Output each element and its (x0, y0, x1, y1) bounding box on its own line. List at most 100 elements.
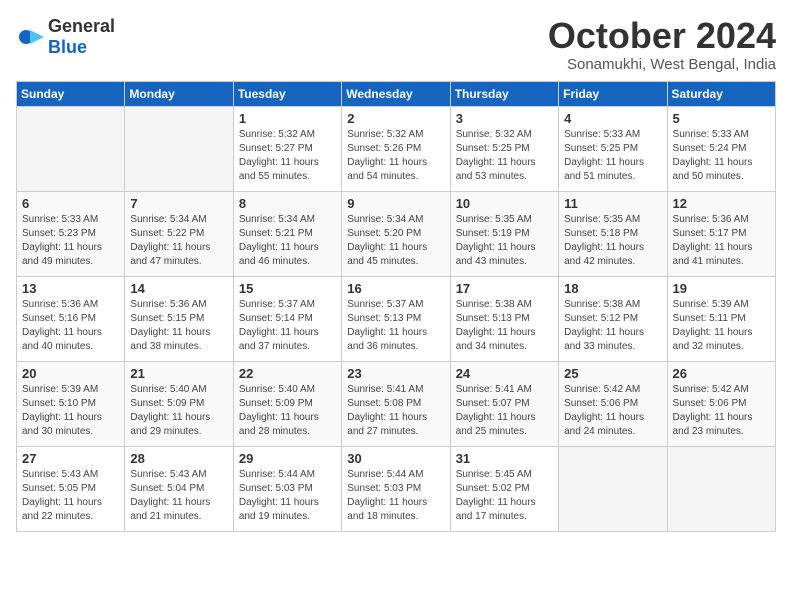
day-number: 20 (22, 366, 119, 381)
day-number: 11 (564, 196, 661, 211)
day-number: 25 (564, 366, 661, 381)
day-number: 2 (347, 111, 444, 126)
day-header-wednesday: Wednesday (342, 81, 450, 106)
calendar-cell: 20 Sunrise: 5:39 AM Sunset: 5:10 PM Dayli… (17, 361, 125, 446)
day-info: Sunrise: 5:33 AM Sunset: 5:23 PM Dayligh… (22, 213, 119, 269)
calendar-cell: 3Sunrise: 5:32 AM Sunset: 5:25 PM Daylig… (450, 106, 558, 191)
day-number: 6 (22, 196, 119, 211)
calendar-cell: 17 Sunrise: 5:38 AM Sunset: 5:13 PM Dayli… (450, 276, 558, 361)
day-info: Sunrise: 5:39 AM Sunset: 5:11 PM Dayligh… (673, 298, 770, 354)
day-info: Sunrise: 5:43 AM Sunset: 5:05 PM Dayligh… (22, 468, 119, 524)
logo-text-blue: Blue (48, 37, 87, 57)
calendar-cell: 24 Sunrise: 5:41 AM Sunset: 5:07 PM Dayli… (450, 361, 558, 446)
calendar-cell: 26 Sunrise: 5:42 AM Sunset: 5:06 PM Dayli… (667, 361, 775, 446)
day-info: Sunrise: 5:43 AM Sunset: 5:04 PM Dayligh… (130, 468, 227, 524)
calendar-header-row: SundayMondayTuesdayWednesdayThursdayFrid… (17, 81, 776, 106)
logo: General Blue (16, 16, 115, 58)
day-number: 30 (347, 451, 444, 466)
day-info: Sunrise: 5:41 AM Sunset: 5:07 PM Dayligh… (456, 383, 553, 439)
calendar-cell: 2 Sunrise: 5:32 AM Sunset: 5:26 PM Daylig… (342, 106, 450, 191)
calendar-cell: 10Sunrise: 5:35 AM Sunset: 5:19 PM Dayli… (450, 191, 558, 276)
day-header-sunday: Sunday (17, 81, 125, 106)
day-number: 19 (673, 281, 770, 296)
day-number: 18 (564, 281, 661, 296)
calendar-cell: 16Sunrise: 5:37 AM Sunset: 5:13 PM Dayli… (342, 276, 450, 361)
day-number: 28 (130, 451, 227, 466)
calendar-cell: 5Sunrise: 5:33 AM Sunset: 5:24 PM Daylig… (667, 106, 775, 191)
calendar-cell (667, 446, 775, 531)
logo-icon (16, 23, 44, 51)
day-info: Sunrise: 5:34 AM Sunset: 5:21 PM Dayligh… (239, 213, 336, 269)
calendar-cell: 31 Sunrise: 5:45 AM Sunset: 5:02 PM Dayli… (450, 446, 558, 531)
day-info: Sunrise: 5:45 AM Sunset: 5:02 PM Dayligh… (456, 468, 553, 524)
calendar-cell: 4 Sunrise: 5:33 AM Sunset: 5:25 PM Daylig… (559, 106, 667, 191)
day-number: 22 (239, 366, 336, 381)
calendar-table: SundayMondayTuesdayWednesdayThursdayFrid… (16, 81, 776, 532)
day-info: Sunrise: 5:33 AM Sunset: 5:24 PM Dayligh… (673, 128, 770, 184)
day-info: Sunrise: 5:32 AM Sunset: 5:25 PM Dayligh… (456, 128, 553, 184)
day-info: Sunrise: 5:40 AM Sunset: 5:09 PM Dayligh… (239, 383, 336, 439)
day-number: 14 (130, 281, 227, 296)
logo-text-general: General (48, 16, 115, 36)
day-number: 29 (239, 451, 336, 466)
day-info: Sunrise: 5:41 AM Sunset: 5:08 PM Dayligh… (347, 383, 444, 439)
day-info: Sunrise: 5:44 AM Sunset: 5:03 PM Dayligh… (347, 468, 444, 524)
day-header-friday: Friday (559, 81, 667, 106)
calendar-cell: 29Sunrise: 5:44 AM Sunset: 5:03 PM Dayli… (233, 446, 341, 531)
day-info: Sunrise: 5:33 AM Sunset: 5:25 PM Dayligh… (564, 128, 661, 184)
day-number: 31 (456, 451, 553, 466)
calendar-cell: 30 Sunrise: 5:44 AM Sunset: 5:03 PM Dayli… (342, 446, 450, 531)
calendar-cell: 1 Sunrise: 5:32 AM Sunset: 5:27 PM Daylig… (233, 106, 341, 191)
calendar-cell (17, 106, 125, 191)
day-number: 26 (673, 366, 770, 381)
day-number: 23 (347, 366, 444, 381)
day-number: 15 (239, 281, 336, 296)
day-header-thursday: Thursday (450, 81, 558, 106)
calendar-cell: 8 Sunrise: 5:34 AM Sunset: 5:21 PM Daylig… (233, 191, 341, 276)
page-header: General Blue October 2024 Sonamukhi, Wes… (16, 16, 776, 73)
day-number: 7 (130, 196, 227, 211)
day-header-tuesday: Tuesday (233, 81, 341, 106)
calendar-cell: 25 Sunrise: 5:42 AM Sunset: 5:06 PM Dayli… (559, 361, 667, 446)
day-info: Sunrise: 5:39 AM Sunset: 5:10 PM Dayligh… (22, 383, 119, 439)
day-info: Sunrise: 5:38 AM Sunset: 5:12 PM Dayligh… (564, 298, 661, 354)
day-number: 8 (239, 196, 336, 211)
day-info: Sunrise: 5:35 AM Sunset: 5:18 PM Dayligh… (564, 213, 661, 269)
day-info: Sunrise: 5:42 AM Sunset: 5:06 PM Dayligh… (564, 383, 661, 439)
calendar-cell: 22 Sunrise: 5:40 AM Sunset: 5:09 PM Dayli… (233, 361, 341, 446)
calendar-cell: 11 Sunrise: 5:35 AM Sunset: 5:18 PM Dayli… (559, 191, 667, 276)
day-number: 17 (456, 281, 553, 296)
calendar-cell: 23 Sunrise: 5:41 AM Sunset: 5:08 PM Dayli… (342, 361, 450, 446)
day-info: Sunrise: 5:40 AM Sunset: 5:09 PM Dayligh… (130, 383, 227, 439)
day-number: 1 (239, 111, 336, 126)
day-header-saturday: Saturday (667, 81, 775, 106)
day-info: Sunrise: 5:36 AM Sunset: 5:16 PM Dayligh… (22, 298, 119, 354)
day-number: 9 (347, 196, 444, 211)
calendar-cell: 28 Sunrise: 5:43 AM Sunset: 5:04 PM Dayli… (125, 446, 233, 531)
day-number: 24 (456, 366, 553, 381)
calendar-cell: 19 Sunrise: 5:39 AM Sunset: 5:11 PM Dayli… (667, 276, 775, 361)
day-info: Sunrise: 5:38 AM Sunset: 5:13 PM Dayligh… (456, 298, 553, 354)
day-info: Sunrise: 5:42 AM Sunset: 5:06 PM Dayligh… (673, 383, 770, 439)
day-info: Sunrise: 5:32 AM Sunset: 5:27 PM Dayligh… (239, 128, 336, 184)
day-number: 4 (564, 111, 661, 126)
calendar-cell: 15 Sunrise: 5:37 AM Sunset: 5:14 PM Dayli… (233, 276, 341, 361)
day-number: 13 (22, 281, 119, 296)
calendar-cell: 14Sunrise: 5:36 AM Sunset: 5:15 PM Dayli… (125, 276, 233, 361)
calendar-week-row: 1 Sunrise: 5:32 AM Sunset: 5:27 PM Daylig… (17, 106, 776, 191)
day-info: Sunrise: 5:32 AM Sunset: 5:26 PM Dayligh… (347, 128, 444, 184)
calendar-week-row: 13 Sunrise: 5:36 AM Sunset: 5:16 PM Dayli… (17, 276, 776, 361)
calendar-cell: 9Sunrise: 5:34 AM Sunset: 5:20 PM Daylig… (342, 191, 450, 276)
day-info: Sunrise: 5:37 AM Sunset: 5:14 PM Dayligh… (239, 298, 336, 354)
calendar-cell: 6 Sunrise: 5:33 AM Sunset: 5:23 PM Daylig… (17, 191, 125, 276)
calendar-cell: 13 Sunrise: 5:36 AM Sunset: 5:16 PM Dayli… (17, 276, 125, 361)
calendar-cell: 18 Sunrise: 5:38 AM Sunset: 5:12 PM Dayli… (559, 276, 667, 361)
title-block: October 2024 Sonamukhi, West Bengal, Ind… (548, 16, 776, 73)
day-header-monday: Monday (125, 81, 233, 106)
day-info: Sunrise: 5:34 AM Sunset: 5:22 PM Dayligh… (130, 213, 227, 269)
day-number: 21 (130, 366, 227, 381)
day-info: Sunrise: 5:36 AM Sunset: 5:17 PM Dayligh… (673, 213, 770, 269)
location-subtitle: Sonamukhi, West Bengal, India (548, 56, 776, 73)
calendar-cell (125, 106, 233, 191)
day-info: Sunrise: 5:35 AM Sunset: 5:19 PM Dayligh… (456, 213, 553, 269)
